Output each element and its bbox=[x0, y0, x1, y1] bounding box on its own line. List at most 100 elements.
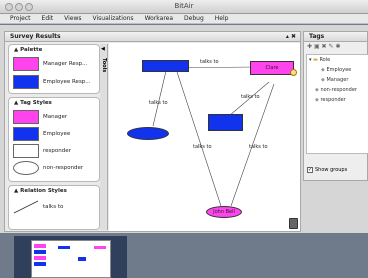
tag-style-label: responder bbox=[43, 148, 71, 154]
edge-label: talks to bbox=[200, 59, 219, 65]
edge-label: talks to bbox=[249, 144, 268, 150]
tag-tree: ▾ ▬ Role ◆ Employee ◆ Manager ◆ non-resp… bbox=[306, 54, 368, 154]
tag-styles-section: ▲ Tag Styles Manager Employee responder … bbox=[8, 97, 100, 182]
minimap-swatch bbox=[34, 256, 46, 260]
manager-style-swatch bbox=[13, 110, 39, 124]
tag-style-label: non-responder bbox=[43, 165, 84, 171]
survey-results-panel: Survey Results ▴ ✖ ▲ Palette Manager Res… bbox=[4, 31, 301, 232]
tree-item-role[interactable]: ▾ ▬ Role bbox=[309, 57, 330, 63]
manager-swatch bbox=[13, 57, 39, 71]
tools-tab-label: Tools bbox=[101, 58, 107, 73]
tag-icon: ◆ bbox=[321, 67, 325, 73]
tags-toolbar: ✚ ▣ ✖ ✎ ✱ bbox=[304, 42, 367, 52]
menu-help[interactable]: Help bbox=[215, 14, 229, 23]
menu-views[interactable]: Views bbox=[64, 14, 81, 23]
relation-style-label: talks to bbox=[43, 204, 64, 210]
palette-title: Palette bbox=[20, 47, 43, 53]
tree-item-label: non-responder bbox=[320, 87, 357, 93]
settings-icon[interactable]: ✱ bbox=[335, 43, 340, 50]
add-folder-icon[interactable]: ▣ bbox=[314, 43, 320, 50]
minimap-swatch bbox=[34, 250, 46, 254]
tags-panel-title: Tags bbox=[309, 33, 325, 40]
node-label: John Bell bbox=[213, 209, 235, 215]
edge-label: talks to bbox=[241, 94, 260, 100]
employee-node[interactable] bbox=[127, 127, 169, 140]
palette-column: ▲ Palette Manager Resp... Employee Resp.… bbox=[8, 44, 100, 230]
show-groups-label: Show groups bbox=[315, 167, 348, 173]
palette-section: ▲ Palette Manager Resp... Employee Resp.… bbox=[8, 44, 100, 94]
collapse-arrow-icon[interactable]: ◀ bbox=[101, 46, 105, 52]
palette-item[interactable]: Manager Resp... bbox=[13, 57, 87, 71]
tags-panel-header: Tags bbox=[304, 32, 367, 42]
tag-style-item[interactable]: Employee bbox=[13, 127, 70, 141]
edge-label: talks to bbox=[193, 144, 212, 150]
tree-item[interactable]: ◆ Manager bbox=[321, 77, 348, 83]
tag-styles-title: Tag Styles bbox=[20, 100, 52, 106]
window-titlebar: BitAir bbox=[0, 0, 368, 14]
tags-panel: Tags ✚ ▣ ✖ ✎ ✱ ▾ ▬ Role ◆ Employee ◆ Man… bbox=[303, 31, 368, 181]
collapse-triangle-icon[interactable]: ▲ bbox=[14, 100, 18, 106]
tag-style-item[interactable]: responder bbox=[13, 144, 71, 158]
tree-root-label: Role bbox=[319, 57, 331, 63]
menu-visualizations[interactable]: Visualizations bbox=[93, 14, 134, 23]
employee-node[interactable] bbox=[208, 114, 243, 131]
tree-item[interactable]: ◆ responder bbox=[315, 97, 346, 103]
employee-style-swatch bbox=[13, 127, 39, 141]
employee-node[interactable] bbox=[142, 60, 189, 72]
tag-style-label: Manager bbox=[43, 114, 68, 120]
edge-label: talks to bbox=[149, 100, 168, 106]
minimap-thumbnail[interactable] bbox=[31, 240, 111, 278]
menu-edit[interactable]: Edit bbox=[42, 14, 54, 23]
collapse-triangle-icon[interactable]: ▲ bbox=[14, 188, 18, 194]
minimap-swatch bbox=[34, 262, 46, 266]
relation-styles-section: ▲ Relation Styles talks to bbox=[8, 185, 100, 230]
non-responder-style-swatch bbox=[13, 161, 39, 175]
panel-title: Survey Results bbox=[10, 33, 61, 40]
edit-tag-icon[interactable]: ✎ bbox=[329, 43, 334, 50]
menu-bar: Project Edit Views Visualizations Workar… bbox=[0, 14, 368, 24]
manager-node[interactable]: Clare bbox=[250, 61, 294, 75]
relation-style-item[interactable]: talks to bbox=[13, 200, 63, 214]
minimap-node bbox=[78, 257, 86, 261]
collapse-panel-icon[interactable]: ▴ bbox=[286, 33, 289, 40]
tree-item[interactable]: ◆ non-responder bbox=[315, 87, 357, 93]
window-title: BitAir bbox=[174, 2, 194, 10]
edge-line bbox=[176, 71, 222, 207]
graph-canvas[interactable]: Clare John Bell talks to talks to talks … bbox=[109, 43, 300, 231]
menu-workarea[interactable]: Workarea bbox=[145, 14, 173, 23]
employee-swatch bbox=[13, 75, 39, 89]
tag-style-item[interactable]: non-responder bbox=[13, 161, 83, 175]
tools-side-tab[interactable]: ◀ Tools bbox=[100, 44, 108, 230]
manager-node[interactable]: John Bell bbox=[206, 206, 242, 218]
minimap-swatch bbox=[34, 244, 46, 248]
node-handle-icon[interactable] bbox=[290, 69, 297, 76]
edge-line bbox=[152, 70, 167, 127]
tree-item[interactable]: ◆ Employee bbox=[321, 67, 351, 73]
menu-project[interactable]: Project bbox=[10, 14, 31, 23]
tree-item-label: Manager bbox=[326, 77, 349, 83]
palette-item-label: Employee Resp... bbox=[43, 79, 91, 85]
add-tag-icon[interactable]: ✚ bbox=[307, 43, 312, 50]
minimap-node bbox=[58, 246, 70, 249]
tree-item-label: Employee bbox=[326, 67, 352, 73]
minimap-container bbox=[14, 236, 127, 278]
menu-debug[interactable]: Debug bbox=[184, 14, 204, 23]
relation-styles-title: Relation Styles bbox=[20, 188, 67, 194]
responder-style-swatch bbox=[13, 144, 39, 158]
show-groups-checkbox[interactable]: ✓ bbox=[307, 167, 313, 173]
show-groups-row: ✓ Show groups bbox=[307, 167, 347, 173]
folder-icon: ▬ bbox=[313, 57, 318, 63]
tree-item-label: responder bbox=[320, 97, 346, 103]
tag-icon: ◆ bbox=[315, 97, 319, 103]
tag-style-item[interactable]: Manager bbox=[13, 110, 67, 124]
collapse-triangle-icon[interactable]: ▲ bbox=[14, 47, 18, 53]
close-panel-icon[interactable]: ✖ bbox=[291, 33, 296, 40]
minimap-node bbox=[94, 246, 106, 249]
tag-icon: ◆ bbox=[321, 77, 325, 83]
tag-icon: ◆ bbox=[315, 87, 319, 93]
delete-tag-icon[interactable]: ✖ bbox=[322, 43, 327, 50]
palette-item[interactable]: Employee Resp... bbox=[13, 75, 91, 89]
trash-icon[interactable] bbox=[289, 218, 298, 229]
tag-style-label: Employee bbox=[43, 131, 71, 137]
relation-line-icon bbox=[13, 200, 39, 214]
